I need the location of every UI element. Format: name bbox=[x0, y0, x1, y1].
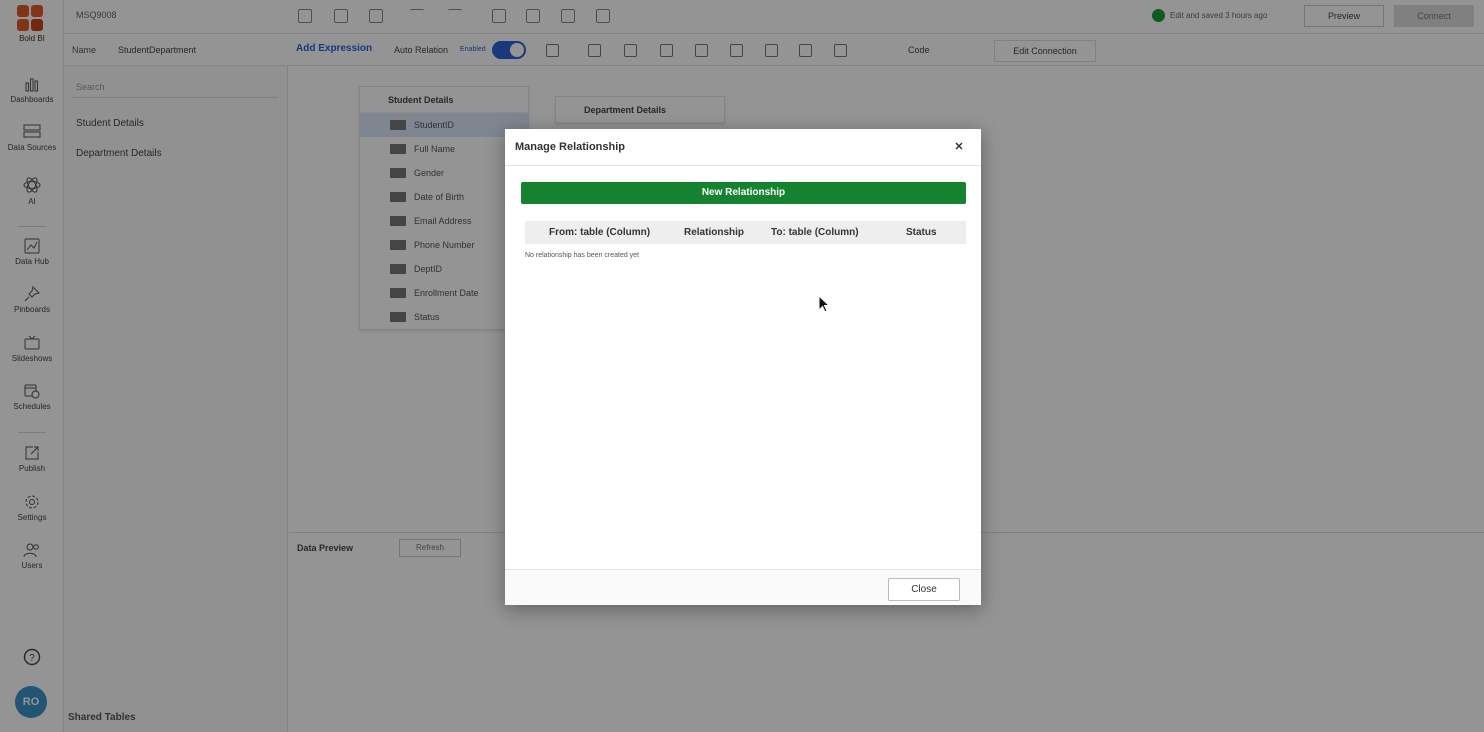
column-header-from[interactable]: From: table (Column) bbox=[549, 227, 650, 238]
column-header-status[interactable]: Status bbox=[906, 227, 937, 238]
dialog-header: Manage Relationship bbox=[505, 129, 981, 166]
relationship-grid-header: From: table (Column) Relationship To: ta… bbox=[525, 221, 966, 244]
new-relationship-button[interactable]: New Relationship bbox=[521, 182, 966, 204]
manage-relationship-dialog: Manage Relationship New Relationship Fro… bbox=[505, 129, 981, 605]
empty-grid-message: No relationship has been created yet bbox=[525, 252, 640, 259]
column-header-to[interactable]: To: table (Column) bbox=[771, 227, 859, 238]
close-button[interactable]: Close bbox=[888, 578, 960, 601]
dialog-footer: Close bbox=[505, 569, 981, 605]
close-icon[interactable] bbox=[951, 138, 967, 154]
mouse-cursor-icon bbox=[818, 295, 831, 313]
dialog-title: Manage Relationship bbox=[515, 141, 626, 153]
column-header-relationship[interactable]: Relationship bbox=[684, 227, 744, 238]
